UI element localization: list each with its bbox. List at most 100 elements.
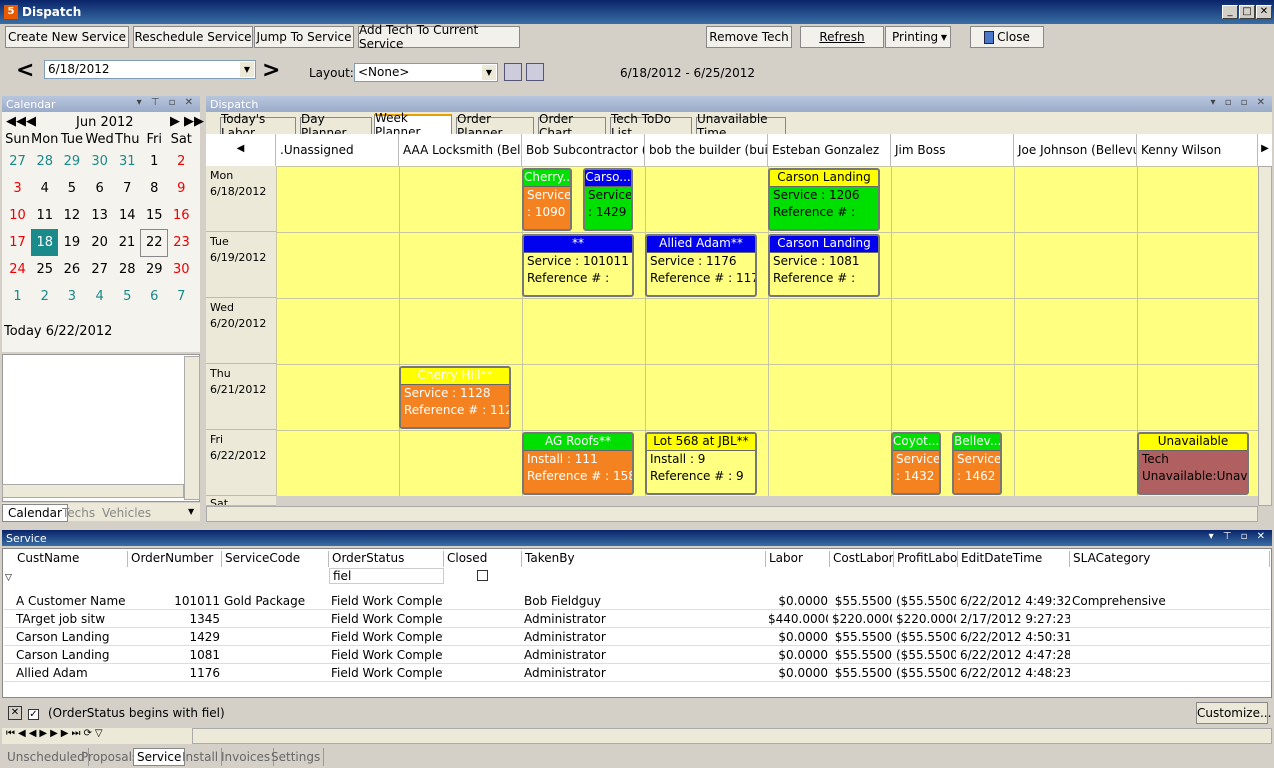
tab-vehicles[interactable]: Vehicles [102, 506, 151, 520]
calendar-day[interactable]: 7 [168, 283, 195, 310]
prev-month-icon[interactable]: ◀ [26, 114, 36, 129]
prev-week-button[interactable]: < [16, 58, 34, 83]
calendar-day[interactable]: 11 [31, 202, 58, 229]
filter-enabled-checkbox[interactable]: ✓ [28, 706, 39, 720]
calendar-day[interactable]: 19 [58, 229, 85, 256]
panel-controls-icon[interactable]: ▾ ⊤ ▫ ✕ [1209, 531, 1268, 542]
tab-unavailable-time[interactable]: Unavailable Time [696, 112, 786, 140]
tab-unscheduled[interactable]: Unscheduled [4, 748, 89, 766]
week-grid[interactable] [276, 166, 1258, 496]
calendar-day[interactable]: 4 [31, 175, 58, 202]
calendar-notes-box[interactable] [2, 354, 200, 502]
panel-controls-icon[interactable]: ▾ ▫ ▫ ✕ [1211, 97, 1269, 108]
chevron-down-icon[interactable]: ▼ [188, 507, 194, 516]
service-card[interactable]: ** Service : 101011 Reference # : [522, 234, 634, 297]
unavailable-card[interactable]: Unavailable Tech Unavailable:Unava [1137, 432, 1249, 495]
header-servicecode[interactable]: ServiceCode [222, 551, 329, 567]
calendar-day[interactable]: 5 [58, 175, 85, 202]
header-labor[interactable]: Labor [766, 551, 830, 567]
table-row[interactable]: TArget job sitw 1345 Field Work Complete Ad… [4, 610, 1270, 628]
calendar-day[interactable]: 13 [85, 202, 113, 229]
tab-tech-todo-list[interactable]: Tech ToDo List [610, 112, 692, 140]
header-editdatetime[interactable]: EditDateTime [958, 551, 1070, 567]
service-card[interactable]: Cherry... Service: 1090 [522, 168, 572, 231]
table-row[interactable]: Allied Adam1176Field Work Complete✓Admin… [4, 664, 1270, 682]
tab-order-planner[interactable]: Order Planner [456, 112, 534, 140]
calendar-day[interactable]: 3 [58, 283, 85, 310]
tab-service[interactable]: Service [133, 748, 186, 766]
panel-controls-icon[interactable]: ▾ ⊤ ▫ ✕ [137, 97, 196, 108]
calendar-day[interactable]: 1 [4, 283, 31, 310]
service-card[interactable]: Bellev... Service: 1462 [952, 432, 1002, 495]
service-card[interactable]: AG Roofs** Install : 111 Reference # : 158 [522, 432, 634, 495]
scroll-left-icon[interactable]: ◀ [206, 134, 276, 166]
minimize-icon[interactable]: _ [1222, 5, 1238, 19]
week-vscrollbar[interactable] [1258, 166, 1272, 506]
scroll-right-icon[interactable]: ▶ [1258, 134, 1272, 166]
load-layout-icon[interactable] [526, 63, 544, 81]
layout-select[interactable]: <None> ▼ [354, 63, 498, 82]
service-card[interactable]: Carso... Service: 1429 [583, 168, 633, 231]
tab-invoices[interactable]: Invoices [218, 748, 275, 766]
calendar-day[interactable]: 6 [141, 283, 168, 310]
calendar-day[interactable]: 26 [58, 256, 85, 283]
header-closed[interactable]: Closed [444, 551, 522, 567]
calendar-day[interactable]: 3 [4, 175, 31, 202]
calendar-day[interactable]: 28 [114, 256, 141, 283]
tab-order-chart[interactable]: Order Chart [538, 112, 606, 140]
service-card[interactable]: Lot 568 at JBL** Install : 9 Reference # :… [645, 432, 757, 495]
table-row[interactable]: Carson Landing1429Field Work Complete✓Ad… [4, 628, 1270, 646]
tab-week-planner[interactable]: Week Planner [374, 111, 452, 139]
reschedule-service-button[interactable]: Reschedule Service [133, 26, 253, 48]
header-takenby[interactable]: TakenBy [522, 551, 766, 567]
tab-day-planner[interactable]: Day Planner [300, 112, 372, 140]
calendar-day[interactable]: 25 [31, 256, 58, 283]
calendar-day[interactable]: 27 [4, 148, 31, 175]
calendar-day[interactable]: 30 [85, 148, 113, 175]
tab-techs[interactable]: Techs [62, 506, 95, 520]
refresh-button[interactable]: Refresh [800, 26, 884, 48]
header-custname[interactable]: CustName [14, 551, 128, 567]
calendar-day[interactable]: 20 [85, 229, 113, 256]
date-picker[interactable]: 6/18/2012 ▼ [44, 60, 256, 79]
service-card[interactable]: Allied Adam** Service : 1176 Reference # :… [645, 234, 757, 297]
calendar-day[interactable]: 2 [168, 148, 195, 175]
orderstatus-filter-input[interactable]: fiel [329, 568, 444, 584]
calendar-day[interactable]: 22 [140, 228, 169, 257]
calendar-day[interactable]: 29 [141, 256, 168, 283]
table-row[interactable]: A Customer Name 101011 Gold Package Field W… [4, 592, 1270, 610]
calendar-day[interactable]: 16 [168, 202, 195, 229]
chevron-down-icon[interactable]: ▼ [240, 62, 254, 77]
header-slacategory[interactable]: SLACategory [1070, 551, 1270, 567]
today-label[interactable]: Today 6/22/2012 [4, 324, 112, 339]
maximize-icon[interactable]: □ [1239, 5, 1255, 19]
calendar-day[interactable]: 17 [4, 229, 31, 256]
tab-todays-labor[interactable]: Today's Labor [220, 112, 296, 140]
service-card[interactable]: Carson Landing Service : 1081 Reference # … [768, 234, 880, 297]
save-layout-icon[interactable] [504, 63, 522, 81]
header-ordernumber[interactable]: OrderNumber [128, 551, 222, 567]
week-hscrollbar[interactable] [206, 506, 1258, 522]
create-service-button[interactable]: Create New Service [5, 26, 129, 48]
close-button[interactable]: Close [970, 26, 1044, 48]
calendar-day[interactable]: 27 [85, 256, 113, 283]
table-row[interactable]: Carson Landing1081Field Work Complete✓Ad… [4, 646, 1270, 664]
calendar-day[interactable]: 30 [168, 256, 195, 283]
closed-filter-checkbox[interactable] [477, 570, 488, 584]
service-card[interactable]: Carson Landing Service : 1206 Reference # … [768, 168, 880, 231]
service-hscrollbar[interactable] [192, 728, 1272, 744]
add-tech-button[interactable]: Add Tech To Current Service [358, 23, 520, 51]
calendar-day[interactable]: 4 [85, 283, 113, 310]
calendar-day[interactable]: 2 [31, 283, 58, 310]
calendar-day[interactable]: 1 [141, 148, 168, 175]
calendar-day[interactable]: 14 [114, 202, 141, 229]
calendar-day[interactable]: 5 [114, 283, 141, 310]
calendar-day[interactable]: 23 [168, 229, 195, 256]
notes-scrollbar[interactable] [184, 356, 200, 500]
calendar-day[interactable]: 9 [168, 175, 195, 202]
notes-hscrollbar[interactable] [2, 484, 184, 498]
close-window-icon[interactable]: ✕ [1256, 5, 1272, 19]
next-week-button[interactable]: > [262, 58, 280, 83]
service-card[interactable]: Cherry Hill** Service : 1128 Reference # :… [399, 366, 511, 429]
remove-tech-button[interactable]: Remove Tech [706, 26, 792, 48]
